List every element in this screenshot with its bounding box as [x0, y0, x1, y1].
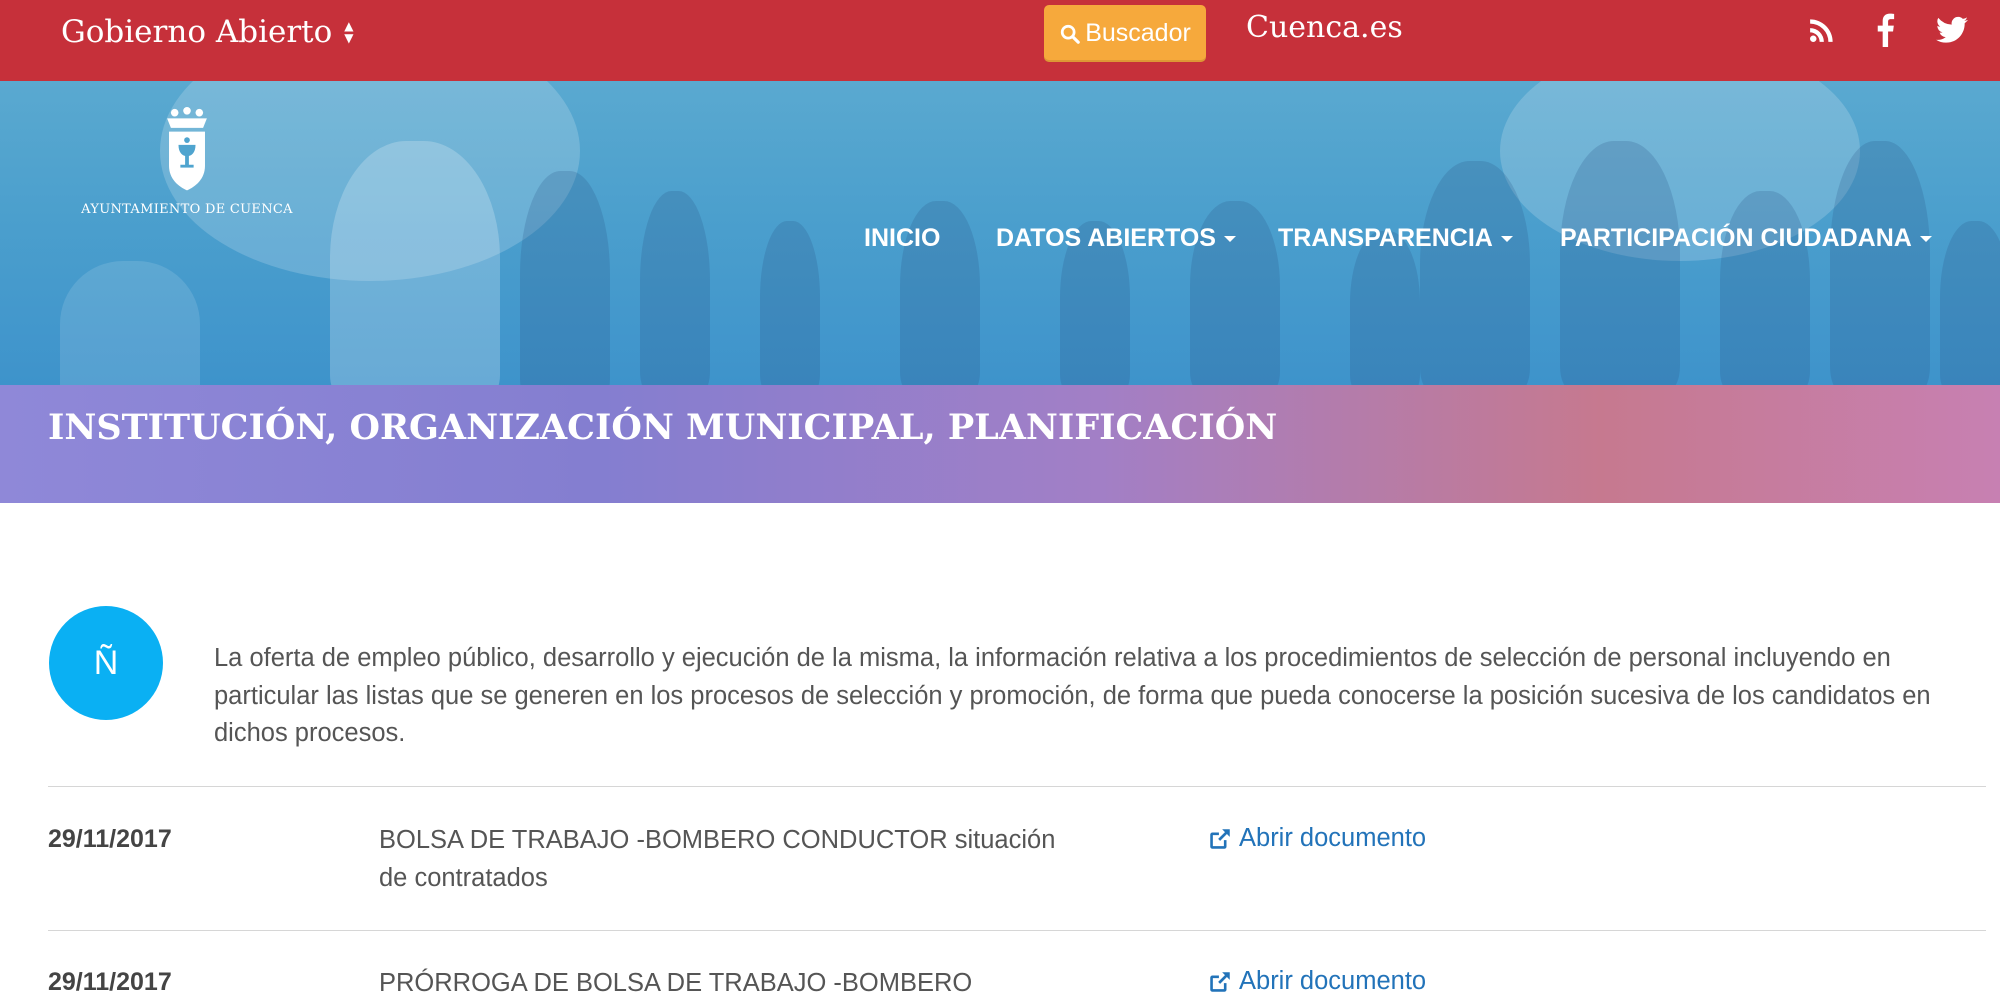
- gobierno-abierto-selector[interactable]: Gobierno Abierto ▲ ▼: [61, 14, 354, 50]
- caret-down-icon: [1500, 235, 1513, 242]
- sort-updown-icon: ▲ ▼: [344, 19, 354, 45]
- nav-participacion-ciudadana[interactable]: PARTICIPACIÓN CIUDADANA: [1560, 224, 1932, 253]
- open-document-label: Abrir documento: [1239, 824, 1427, 852]
- hero-banner: AYUNTAMIENTO DE CUENCA INICIO DATOS ABIE…: [0, 81, 2000, 385]
- divider: [48, 786, 1986, 787]
- page-title: INSTITUCIÓN, ORGANIZACIÓN MUNICIPAL, PLA…: [48, 407, 1278, 448]
- nav-transparencia[interactable]: TRANSPARENCIA: [1278, 224, 1513, 253]
- section-description: La oferta de empleo público, desarrollo …: [214, 644, 1931, 747]
- document-date: 29/11/2017: [48, 968, 172, 996]
- nav-inicio-label: INICIO: [864, 224, 941, 252]
- twitter-icon[interactable]: [1932, 10, 1972, 50]
- divider: [48, 930, 1986, 931]
- external-link-icon: [1210, 828, 1230, 849]
- nav-participacion-label: PARTICIPACIÓN CIUDADANA: [1560, 224, 1912, 252]
- rss-icon[interactable]: [1804, 10, 1840, 50]
- section-title-band: INSTITUCIÓN, ORGANIZACIÓN MUNICIPAL, PLA…: [0, 385, 2000, 503]
- caret-down-icon: [1919, 235, 1932, 242]
- search-button[interactable]: Buscador: [1044, 5, 1206, 62]
- search-icon: [1061, 24, 1080, 44]
- brand-label: Gobierno Abierto: [61, 14, 333, 50]
- document-date: 29/11/2017: [48, 825, 172, 853]
- coat-of-arms-icon: [167, 107, 207, 191]
- caret-down-icon: [1223, 235, 1236, 242]
- nav-datos-abiertos-label: DATOS ABIERTOS: [996, 224, 1216, 252]
- nav-inicio[interactable]: INICIO: [864, 224, 940, 253]
- ayuntamiento-logo[interactable]: AYUNTAMIENTO DE CUENCA: [72, 107, 302, 217]
- nav-transparencia-label: TRANSPARENCIA: [1278, 224, 1493, 252]
- logo-caption: AYUNTAMIENTO DE CUENCA: [81, 202, 293, 217]
- open-document-label: Abrir documento: [1239, 967, 1427, 995]
- top-bar: Gobierno Abierto ▲ ▼ Buscador Cuenca.es: [0, 0, 2000, 81]
- cuenca-site-link[interactable]: Cuenca.es: [1246, 10, 1403, 45]
- open-document-link[interactable]: Abrir documento: [1207, 967, 1426, 996]
- document-title: BOLSA DE TRABAJO -BOMBERO CONDUCTOR situ…: [379, 826, 1056, 892]
- external-link-icon: [1210, 971, 1230, 992]
- category-badge: Ñ: [49, 606, 163, 720]
- nav-datos-abiertos[interactable]: DATOS ABIERTOS: [996, 224, 1236, 253]
- open-document-link[interactable]: Abrir documento: [1207, 824, 1426, 853]
- document-title: PRÓRROGA DE BOLSA DE TRABAJO -BOMBERO: [379, 969, 973, 997]
- search-button-label: Buscador: [1085, 19, 1191, 47]
- facebook-icon[interactable]: [1870, 10, 1900, 50]
